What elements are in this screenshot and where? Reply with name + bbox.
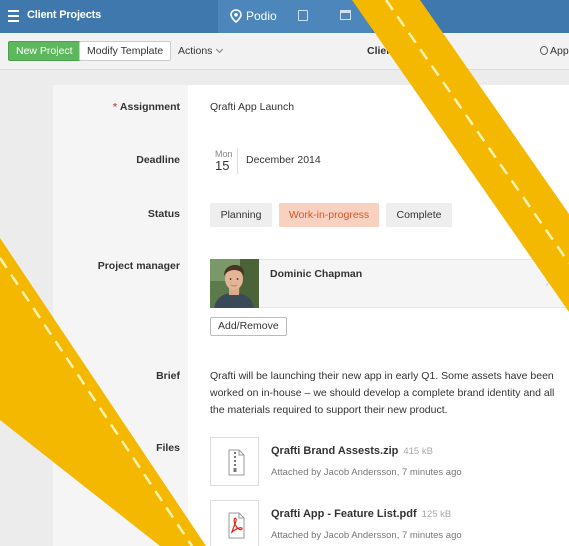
file-thumbnail[interactable] xyxy=(210,500,259,546)
pdf-file-icon xyxy=(228,512,245,539)
podio-brand[interactable]: Podio xyxy=(246,9,277,23)
app-icon xyxy=(540,46,548,55)
assignment-label: * Assignment xyxy=(113,101,180,113)
calendar-icon[interactable] xyxy=(340,10,351,20)
client-link[interactable]: Clien xyxy=(367,45,393,57)
deadline-date[interactable]: December 2014 xyxy=(246,154,321,166)
contacts-icon[interactable] xyxy=(298,10,308,21)
file-name-text: Qrafti Brand Assests.zip xyxy=(271,445,399,457)
files-label: Files xyxy=(156,442,180,454)
chevron-down-icon xyxy=(216,45,224,54)
item-toolbar: New Project Modify Template Actions Clie… xyxy=(0,33,569,70)
zip-file-icon xyxy=(228,449,245,476)
new-project-button[interactable]: New Project xyxy=(8,41,81,61)
app-link-label: App xyxy=(550,45,569,57)
file-meta: Attached by Jacob Andersson, 7 minutes a… xyxy=(271,467,462,478)
project-manager-name[interactable]: Dominic Chapman xyxy=(270,268,362,280)
podio-nav: Podio xyxy=(218,0,372,33)
assignment-value[interactable]: Qrafti App Launch xyxy=(210,101,294,113)
actions-label: Actions xyxy=(178,45,213,57)
file-thumbnail[interactable] xyxy=(210,437,259,486)
project-manager-card[interactable] xyxy=(210,259,569,308)
date-divider xyxy=(237,148,238,174)
app-title[interactable]: Client Projects xyxy=(27,9,101,21)
actions-dropdown[interactable]: Actions xyxy=(178,45,224,57)
deadline-label: Deadline xyxy=(136,154,180,166)
top-header-bar: Client Projects Podio xyxy=(0,0,569,33)
file-name[interactable]: Qrafti App - Feature List.pdf 125 kB xyxy=(271,508,451,520)
assignment-label-text: Assignment xyxy=(119,101,180,113)
file-size: 125 kB xyxy=(421,509,452,520)
podio-logo-icon[interactable] xyxy=(230,9,242,23)
hamburger-menu-icon[interactable] xyxy=(8,10,19,22)
status-option-complete[interactable]: Complete xyxy=(386,203,452,227)
file-name[interactable]: Qrafti Brand Assests.zip 415 kB xyxy=(271,445,433,457)
status-option-planning[interactable]: Planning xyxy=(210,203,272,227)
avatar xyxy=(210,259,259,308)
status-option-work-in-progress[interactable]: Work-in-progress xyxy=(279,203,379,227)
required-marker: * xyxy=(112,101,117,113)
file-name-text: Qrafti App - Feature List.pdf xyxy=(271,508,417,520)
deadline-day: 15 xyxy=(215,158,230,173)
app-link[interactable]: App xyxy=(540,45,569,57)
status-label: Status xyxy=(147,208,180,220)
file-meta: Attached by Jacob Andersson, 7 minutes a… xyxy=(271,530,462,541)
project-manager-label: Project manager xyxy=(97,260,180,272)
brief-label: Brief xyxy=(156,370,180,382)
file-size: 415 kB xyxy=(403,446,433,457)
add-remove-button[interactable]: Add/Remove xyxy=(210,317,287,336)
modify-template-button[interactable]: Modify Template xyxy=(79,41,172,61)
brief-text[interactable]: Qrafti will be launching their new app i… xyxy=(210,368,555,419)
